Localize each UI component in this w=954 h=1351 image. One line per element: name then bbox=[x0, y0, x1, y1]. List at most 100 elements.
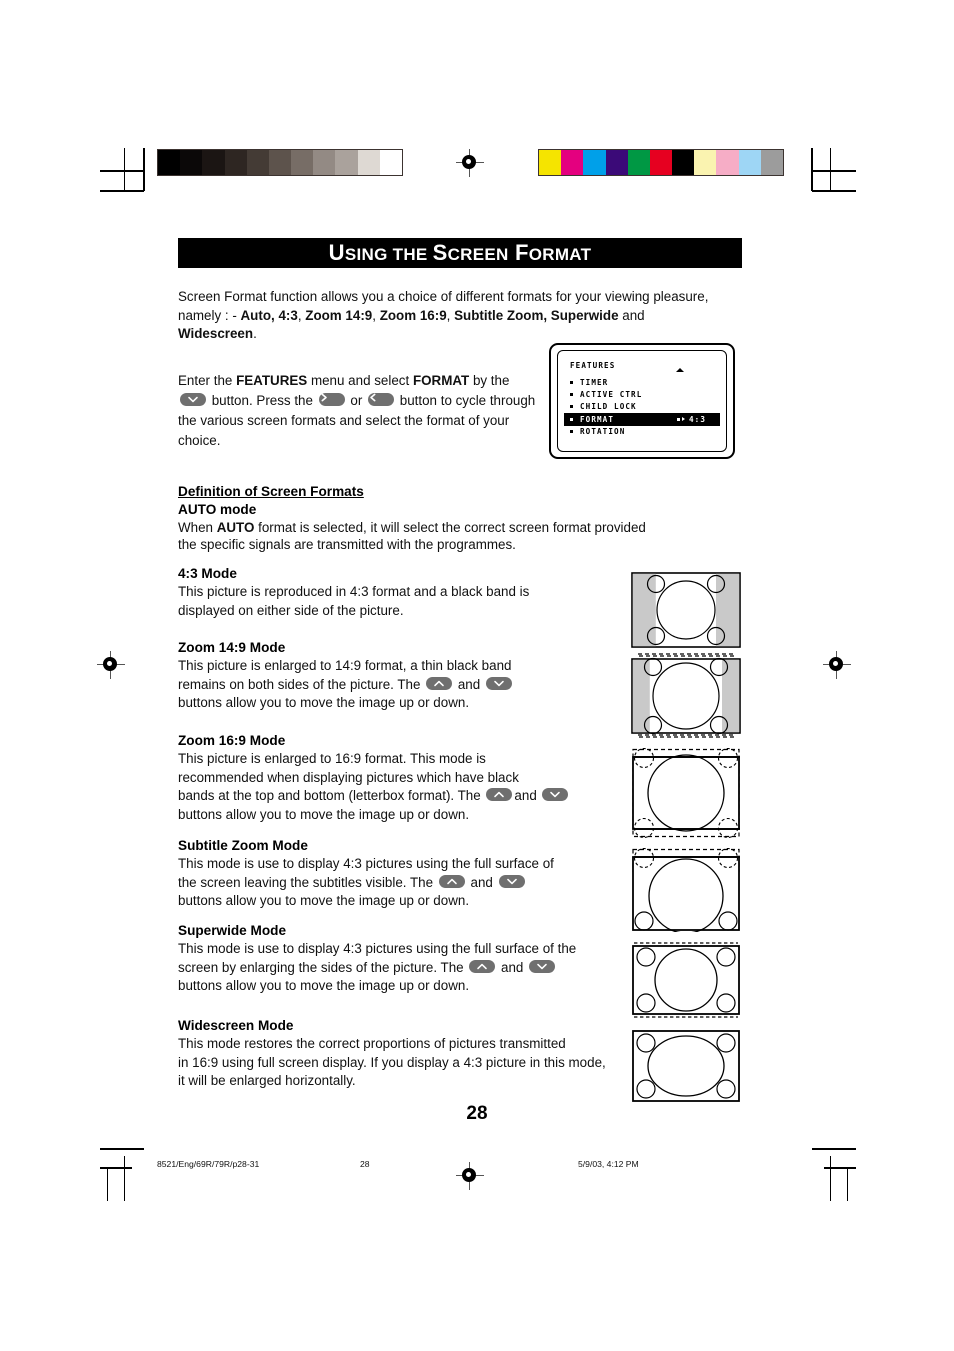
osd-bullet-icon bbox=[570, 430, 573, 434]
mode-body-line: This mode is use to display 4:3 pictures… bbox=[178, 856, 554, 871]
grayscale-swatch bbox=[313, 150, 336, 175]
mode-body-line: buttons allow you to move the image up o… bbox=[178, 893, 470, 908]
crop-mark-tr-rule bbox=[830, 148, 832, 191]
mode-body-line: in 16:9 using full screen display. If yo… bbox=[178, 1054, 606, 1070]
crop-mark-tl-h bbox=[100, 190, 144, 192]
mode-block-subtitle-zoom: Subtitle Zoom Mode This mode is use to di… bbox=[178, 838, 598, 911]
down-button-icon[interactable] bbox=[498, 874, 525, 888]
down-button-icon[interactable] bbox=[529, 959, 556, 973]
crop-mark-tl-rule bbox=[124, 148, 126, 191]
diagram-4-3 bbox=[631, 572, 741, 648]
mode-body: This mode is use to display 4:3 pictures… bbox=[178, 940, 608, 996]
osd-row-rotation[interactable]: ROTATION bbox=[564, 426, 720, 438]
mode-body-line: buttons allow you to move the image up o… bbox=[178, 806, 470, 822]
intro-period: . bbox=[253, 326, 257, 341]
diagram-widescreen bbox=[631, 1029, 741, 1103]
up-button-icon[interactable] bbox=[486, 788, 513, 801]
features-keyword: FEATURES bbox=[236, 372, 308, 388]
grayscale-calibration-bar bbox=[157, 149, 403, 176]
mode-block-zoom-14-9: Zoom 14:9 Mode This picture is enlarged t… bbox=[178, 640, 578, 713]
up-button-icon[interactable] bbox=[438, 874, 465, 888]
down-button-icon[interactable] bbox=[542, 788, 569, 801]
grayscale-swatch bbox=[224, 150, 247, 175]
intro-line-2-lead: namely : - bbox=[178, 307, 241, 323]
down-button-icon[interactable] bbox=[180, 392, 206, 406]
color-swatch bbox=[738, 150, 761, 175]
format-list-subtitle-superwide: Subtitle Zoom, Superwide bbox=[454, 307, 619, 323]
mode-block-zoom-16-9: Zoom 16:9 Mode This picture is enlarged t… bbox=[178, 733, 578, 824]
color-swatch bbox=[583, 150, 606, 175]
crop-mark-br-bar bbox=[824, 1167, 856, 1169]
mode-block-superwide: Superwide Mode This mode is use to displa… bbox=[178, 923, 608, 996]
osd-row-timer[interactable]: TIMER bbox=[564, 376, 720, 388]
osd-bullet-icon bbox=[570, 393, 573, 397]
down-button-icon[interactable] bbox=[485, 676, 512, 690]
grayscale-swatch bbox=[291, 150, 314, 175]
osd-row-format[interactable]: FORMAT 4:3 bbox=[564, 413, 720, 426]
right-button-icon[interactable] bbox=[318, 392, 345, 406]
mode-body: This picture is enlarged to 16:9 format.… bbox=[178, 750, 578, 824]
up-button-icon[interactable] bbox=[469, 959, 496, 973]
enter-features-paragraph: Enter the FEATURES menu and select FORMA… bbox=[178, 371, 550, 451]
registration-target-right bbox=[823, 651, 851, 679]
osd-left-marker-icon bbox=[677, 418, 680, 421]
osd-menu-list: TIMER ACTIVE CTRL CHILD LOCK FORMAT 4:3 ROTAT… bbox=[564, 376, 720, 438]
osd-row-label: ACTIVE CTRL bbox=[580, 390, 643, 400]
enter-text-6: button to cycle through bbox=[396, 392, 536, 408]
intro-sep-2: , bbox=[372, 307, 380, 323]
mode-heading: 4:3 Mode bbox=[178, 566, 237, 581]
footer-timestamp: 5/9/03, 4:12 PM bbox=[578, 1159, 639, 1169]
osd-row-child-lock[interactable]: CHILD LOCK bbox=[564, 401, 720, 413]
color-swatch bbox=[694, 150, 717, 175]
osd-row-active-ctrl[interactable]: ACTIVE CTRL bbox=[564, 388, 720, 400]
crop-mark-br-rule bbox=[847, 1167, 849, 1201]
grayscale-swatch bbox=[180, 150, 203, 175]
color-swatch bbox=[716, 150, 739, 175]
auto-mode-heading: AUTO mode bbox=[178, 502, 742, 517]
diagram-zoom-14-9 bbox=[631, 653, 741, 739]
enter-text-4: button. Press the bbox=[208, 392, 317, 408]
page-title: USING THE SCREEN FORMAT bbox=[178, 238, 742, 268]
grayscale-swatch bbox=[246, 150, 269, 175]
crop-mark-tl-bar bbox=[100, 170, 144, 172]
mode-body-line: buttons allow you to move the image up o… bbox=[178, 978, 470, 993]
definitions-heading: Definition of Screen Formats bbox=[178, 483, 364, 499]
osd-bullet-icon bbox=[570, 380, 573, 384]
format-list-auto-43: Auto, 4:3 bbox=[240, 307, 298, 323]
mode-body-line: remains on both sides of the picture. Th… bbox=[178, 676, 425, 692]
format-list-zoom169: Zoom 16:9 bbox=[379, 307, 447, 323]
osd-up-arrow-icon bbox=[676, 368, 684, 372]
footer-page-number: 28 bbox=[360, 1159, 370, 1169]
mode-body-line: displayed on either side of the picture. bbox=[178, 602, 404, 618]
mode-heading: Zoom 16:9 Mode bbox=[178, 733, 286, 748]
page-title-the: THE bbox=[387, 245, 433, 264]
mode-body-line: the screen leaving the subtitles visible… bbox=[178, 874, 437, 890]
grayscale-swatch bbox=[357, 150, 380, 175]
up-button-icon[interactable] bbox=[426, 676, 453, 690]
crop-mark-br-v bbox=[830, 1156, 832, 1201]
registration-target-left bbox=[97, 651, 125, 679]
registration-target-bottom bbox=[456, 1162, 484, 1190]
osd-menu-title: FEATURES bbox=[570, 361, 616, 370]
mode-body: This picture is enlarged to 14:9 format,… bbox=[178, 657, 578, 713]
enter-text-3: by the bbox=[469, 372, 510, 388]
auto-body-1: When bbox=[178, 519, 217, 535]
enter-text-8: choice. bbox=[178, 432, 221, 448]
osd-adjust-arrows-icon[interactable] bbox=[677, 417, 685, 422]
mode-body: This mode is use to display 4:3 pictures… bbox=[178, 855, 598, 911]
osd-right-arrow-icon bbox=[681, 417, 685, 422]
mode-body-line: recommended when displaying pictures whi… bbox=[178, 769, 519, 785]
left-button-icon[interactable] bbox=[368, 392, 395, 406]
osd-row-value: 4:3 bbox=[688, 414, 706, 424]
page-title-sing: SING bbox=[344, 245, 388, 264]
osd-inner-frame: FEATURES TIMER ACTIVE CTRL CHILD LOCK FORMA… bbox=[557, 350, 727, 452]
enter-text-5: or bbox=[346, 392, 367, 408]
mode-body-line: and bbox=[514, 788, 541, 803]
mode-body: This mode restores the correct proportio… bbox=[178, 1035, 618, 1091]
mode-body-line: screen by enlarging the sides of the pic… bbox=[178, 959, 468, 975]
enter-text-1: Enter the bbox=[178, 372, 237, 388]
osd-bullet-icon bbox=[570, 405, 573, 409]
osd-row-label: ROTATION bbox=[580, 427, 626, 437]
color-swatch bbox=[539, 150, 562, 175]
diagram-superwide bbox=[631, 941, 741, 1019]
